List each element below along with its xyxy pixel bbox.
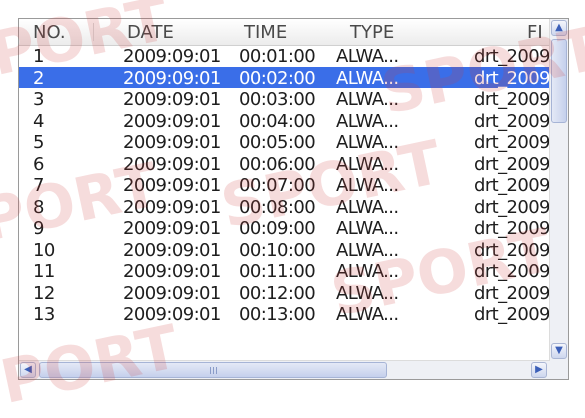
record-table: NO. DATE TIME TYPE FI 1 2009:09:01 00:01:0… bbox=[19, 19, 550, 361]
cell-no: 5 bbox=[33, 132, 44, 153]
cell-date: 2009:09:01 bbox=[123, 239, 221, 261]
table-row[interactable]: 12 2009:09:01 00:12:00 ALWA... drt_2009( bbox=[19, 282, 550, 304]
table-row[interactable]: 7 2009:09:01 00:07:00 ALWA... drt_2009( bbox=[19, 174, 550, 196]
cell-type: ALWA... bbox=[336, 218, 399, 239]
thumb-grip bbox=[210, 367, 211, 374]
cell-type: ALWA... bbox=[336, 239, 399, 261]
cell-type: ALWA... bbox=[336, 67, 399, 89]
cell-time: 00:12:00 bbox=[239, 282, 316, 304]
table-header: NO. DATE TIME TYPE FI bbox=[19, 19, 550, 46]
cell-date: 2009:09:01 bbox=[123, 110, 221, 132]
cell-no: 3 bbox=[33, 89, 44, 110]
cell-time: 00:03:00 bbox=[239, 89, 316, 110]
vertical-scroll-thumb[interactable] bbox=[551, 39, 567, 123]
column-separator[interactable] bbox=[93, 23, 94, 41]
cell-no: 13 bbox=[33, 304, 55, 325]
cell-date: 2009:09:01 bbox=[123, 46, 221, 67]
cell-time: 00:11:00 bbox=[239, 261, 316, 282]
cell-type: ALWA... bbox=[336, 153, 399, 175]
cell-date: 2009:09:01 bbox=[123, 153, 221, 175]
cell-no: 8 bbox=[33, 196, 44, 218]
cell-no: 10 bbox=[33, 239, 55, 261]
cell-type: ALWA... bbox=[336, 196, 399, 218]
cell-date: 2009:09:01 bbox=[123, 261, 221, 282]
table-row[interactable]: 9 2009:09:01 00:09:00 ALWA... drt_2009( bbox=[19, 217, 550, 239]
cell-time: 00:07:00 bbox=[239, 175, 316, 196]
cell-no: 6 bbox=[33, 153, 44, 175]
column-header-type[interactable]: TYPE bbox=[350, 22, 394, 43]
cell-file: drt_2009( bbox=[474, 132, 550, 153]
table-row[interactable]: 2 2009:09:01 00:02:00 ALWA... drt_2009( bbox=[19, 66, 550, 89]
cell-date: 2009:09:01 bbox=[123, 282, 221, 304]
cell-file: drt_2009( bbox=[474, 175, 550, 196]
cell-date: 2009:09:01 bbox=[123, 175, 221, 196]
cell-date: 2009:09:01 bbox=[123, 196, 221, 218]
table-row[interactable]: 11 2009:09:01 00:11:00 ALWA... drt_2009( bbox=[19, 260, 550, 282]
table-row[interactable]: 10 2009:09:01 00:10:00 ALWA... drt_2009( bbox=[19, 239, 550, 261]
cell-date: 2009:09:01 bbox=[123, 89, 221, 110]
table-row[interactable]: 5 2009:09:01 00:05:00 ALWA... drt_2009( bbox=[19, 131, 550, 153]
cell-file: drt_2009( bbox=[474, 89, 550, 110]
cell-file: drt_2009( bbox=[474, 261, 550, 282]
cell-type: ALWA... bbox=[336, 175, 399, 196]
cell-file: drt_2009( bbox=[474, 304, 550, 325]
cell-type: ALWA... bbox=[336, 304, 399, 325]
cell-file: drt_2009( bbox=[474, 218, 550, 239]
table-row[interactable]: 1 2009:09:01 00:01:00 ALWA... drt_2009( bbox=[19, 45, 550, 67]
cell-type: ALWA... bbox=[336, 46, 399, 67]
cell-no: 11 bbox=[33, 261, 55, 282]
cell-file: drt_2009( bbox=[474, 46, 550, 67]
table-row[interactable]: 4 2009:09:01 00:04:00 ALWA... drt_2009( bbox=[19, 110, 550, 132]
cell-no: 1 bbox=[33, 46, 44, 67]
cell-file: drt_2009( bbox=[474, 153, 550, 175]
cell-type: ALWA... bbox=[336, 132, 399, 153]
table-row[interactable]: 13 2009:09:01 00:13:00 ALWA... drt_2009( bbox=[19, 303, 550, 325]
cell-date: 2009:09:01 bbox=[123, 304, 221, 325]
scrollbar-corner bbox=[550, 361, 568, 379]
vertical-scrollbar[interactable]: ▲ ▼ bbox=[549, 19, 568, 361]
cell-time: 00:05:00 bbox=[239, 132, 316, 153]
thumb-grip bbox=[213, 367, 214, 374]
record-list-panel: NO. DATE TIME TYPE FI 1 2009:09:01 00:01:0… bbox=[18, 18, 569, 380]
cell-date: 2009:09:01 bbox=[123, 132, 221, 153]
cell-time: 00:02:00 bbox=[239, 67, 316, 89]
cell-no: 4 bbox=[33, 110, 44, 132]
cell-type: ALWA... bbox=[336, 261, 399, 282]
cell-time: 00:09:00 bbox=[239, 218, 316, 239]
cell-no: 12 bbox=[33, 282, 55, 304]
cell-no: 7 bbox=[33, 175, 44, 196]
cell-time: 00:10:00 bbox=[239, 239, 316, 261]
scroll-down-arrow-icon[interactable]: ▼ bbox=[551, 343, 567, 359]
cell-time: 00:01:00 bbox=[239, 46, 316, 67]
horizontal-scrollbar[interactable]: ◀ ▶ bbox=[19, 360, 550, 379]
cell-date: 2009:09:01 bbox=[123, 218, 221, 239]
cell-time: 00:06:00 bbox=[239, 153, 316, 175]
scroll-right-arrow-icon[interactable]: ▶ bbox=[531, 362, 547, 378]
scroll-up-arrow-icon[interactable]: ▲ bbox=[551, 20, 567, 36]
cell-no: 9 bbox=[33, 218, 44, 239]
cell-type: ALWA... bbox=[336, 89, 399, 110]
horizontal-scroll-thumb[interactable] bbox=[39, 362, 387, 378]
column-header-time[interactable]: TIME bbox=[244, 22, 287, 43]
table-row[interactable]: 3 2009:09:01 00:03:00 ALWA... drt_2009( bbox=[19, 88, 550, 110]
column-header-file[interactable]: FI bbox=[527, 22, 543, 43]
cell-no: 2 bbox=[33, 67, 44, 89]
thumb-grip bbox=[216, 367, 217, 374]
column-header-no[interactable]: NO. bbox=[33, 22, 66, 43]
cell-file: drt_2009( bbox=[474, 239, 550, 261]
cell-time: 00:08:00 bbox=[239, 196, 316, 218]
cell-time: 00:04:00 bbox=[239, 110, 316, 132]
cell-type: ALWA... bbox=[336, 282, 399, 304]
cell-file: drt_2009( bbox=[474, 110, 550, 132]
cell-file: drt_2009( bbox=[474, 282, 550, 304]
cell-date: 2009:09:01 bbox=[123, 67, 221, 89]
cell-file: drt_2009( bbox=[474, 196, 550, 218]
cell-file: drt_2009( bbox=[474, 67, 550, 89]
table-row[interactable]: 6 2009:09:01 00:06:00 ALWA... drt_2009( bbox=[19, 153, 550, 175]
table-row[interactable]: 8 2009:09:01 00:08:00 ALWA... drt_2009( bbox=[19, 196, 550, 218]
scroll-left-arrow-icon[interactable]: ◀ bbox=[20, 362, 36, 378]
column-header-date[interactable]: DATE bbox=[127, 22, 174, 43]
cell-time: 00:13:00 bbox=[239, 304, 316, 325]
cell-type: ALWA... bbox=[336, 110, 399, 132]
